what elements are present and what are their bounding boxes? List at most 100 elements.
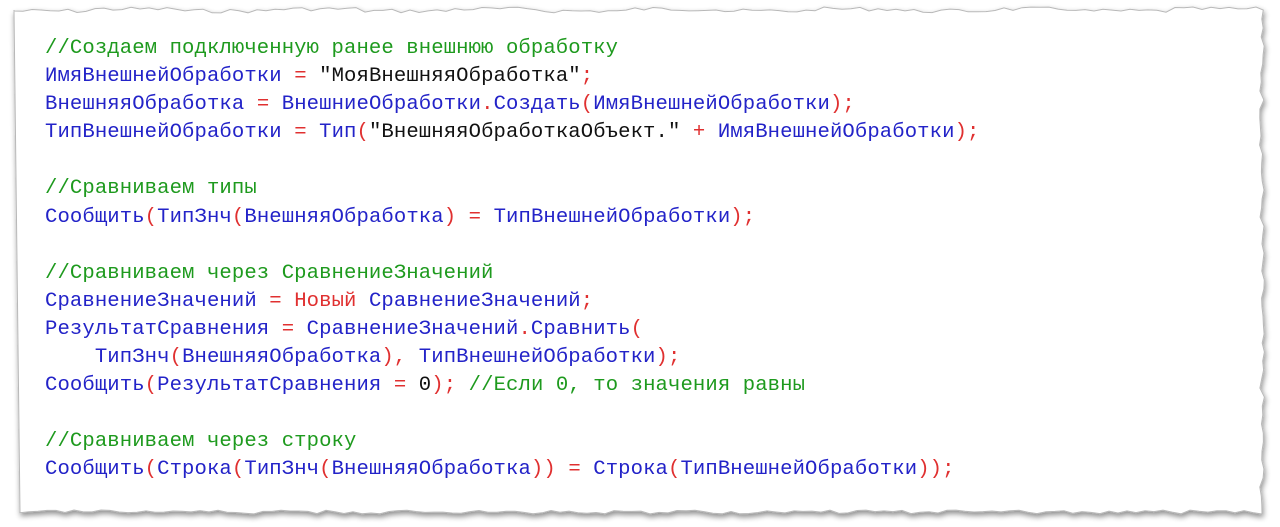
code-operator: ( <box>356 121 369 145</box>
code-identifier: ВнешняяОбработка <box>45 93 245 117</box>
code-line: РезультатСравнения = СравнениеЗначений.С… <box>45 316 979 344</box>
code-comment: //Если 0, то значения равны <box>468 374 806 398</box>
code-operator: = <box>281 317 295 341</box>
code-line: Сообщить(Строка(ТипЗнч(ВнешняяОбработка)… <box>45 456 979 484</box>
code-operator: . <box>518 317 531 341</box>
code-comment: //Сравниваем типы <box>45 177 257 201</box>
code-comment: //Создаем подключенную ранее внешнюю обр… <box>45 37 619 60</box>
code-operator: = <box>294 65 307 89</box>
code-string: "ВнешняяОбработкаОбъект." <box>368 121 681 145</box>
code-operator: ; <box>580 65 594 89</box>
code-operator: ); <box>954 121 980 145</box>
code-identifier: СравнениеЗначений <box>306 317 519 341</box>
code-snippet-screenshot: //Создаем подключенную ранее внешнюю обр… <box>0 0 1280 527</box>
code-line: ​ <box>45 232 979 260</box>
code-block: //Создаем подключенную ранее внешнюю обр… <box>45 35 979 485</box>
code-identifier: Тип <box>319 121 357 145</box>
code-operator: = <box>468 205 482 229</box>
code-number: 0 <box>418 374 432 398</box>
code-operator: ( <box>668 458 681 482</box>
code-identifier: Сравнить <box>530 317 631 341</box>
code-operator: = <box>294 121 307 145</box>
code-comment: //Сравниваем через СравнениеЗначений <box>45 261 494 285</box>
code-line: ТипВнешнейОбработки = Тип("ВнешняяОбрабо… <box>45 119 979 147</box>
code-line: ТипЗнч(ВнешняяОбработка), ТипВнешнейОбра… <box>45 344 979 372</box>
code-operator: = <box>568 458 581 482</box>
code-operator: ( <box>144 374 158 398</box>
code-line: //Создаем подключенную ранее внешнюю обр… <box>45 35 979 63</box>
code-operator: ) <box>443 205 457 229</box>
code-identifier: ТипВнешнейОбработки <box>418 346 656 370</box>
code-identifier: СравнениеЗначений <box>368 289 581 313</box>
code-operator: ( <box>319 458 332 482</box>
code-identifier: Строка <box>593 458 668 482</box>
code-identifier: ИмяВнешнейОбработки <box>45 65 282 89</box>
code-identifier: ВнешниеОбработки <box>281 93 482 117</box>
code-identifier: Сообщить <box>45 374 145 398</box>
code-identifier: СравнениеЗначений <box>45 289 257 313</box>
code-operator: ); <box>730 205 756 229</box>
code-line: Сообщить(ТипЗнч(ВнешняяОбработка) = ТипВ… <box>45 204 979 232</box>
code-identifier: РезультатСравнения <box>157 374 382 398</box>
code-identifier: ВнешняяОбработка <box>331 458 531 482</box>
code-identifier: ТипВнешнейОбработки <box>680 458 918 482</box>
code-operator: ); <box>829 93 855 117</box>
code-operator: ( <box>144 458 158 482</box>
code-identifier: РезультатСравнения <box>45 317 270 341</box>
code-operator: = <box>256 93 270 117</box>
code-operator: = <box>269 289 282 313</box>
code-line: //Сравниваем типы <box>45 175 979 203</box>
code-operator: ); <box>431 374 457 398</box>
code-operator: ); <box>655 346 681 370</box>
code-operator: + <box>692 121 706 145</box>
code-identifier: ТипВнешнейОбработки <box>45 121 282 145</box>
code-operator: ; <box>580 289 594 313</box>
code-line: ВнешняяОбработка = ВнешниеОбработки.Созд… <box>45 91 979 119</box>
code-line: //Сравниваем через строку <box>45 428 979 456</box>
code-string: "МояВнешняяОбработка" <box>319 65 581 89</box>
code-line: СравнениеЗначений = Новый СравнениеЗначе… <box>45 288 979 316</box>
code-line: ​ <box>45 147 979 175</box>
code-operator: ( <box>630 317 644 341</box>
code-operator: ( <box>169 346 183 370</box>
code-identifier: Создать <box>493 93 581 117</box>
code-identifier: Строка <box>157 458 232 482</box>
code-identifier: ИмяВнешнейОбработки <box>593 93 830 117</box>
code-identifier: ИмяВнешнейОбработки <box>717 121 955 145</box>
code-operator: = <box>393 374 407 398</box>
code-line: Сообщить(РезультатСравнения = 0); //Если… <box>45 372 979 400</box>
code-operator: )); <box>917 458 955 482</box>
code-line: ИмяВнешнейОбработки = "МояВнешняяОбработ… <box>45 63 979 91</box>
code-identifier: Сообщить <box>45 458 145 482</box>
code-identifier: ВнешняяОбработка <box>244 205 444 229</box>
code-operator: ( <box>144 205 158 229</box>
code-keyword: Новый <box>294 289 357 313</box>
code-identifier: ТипВнешнейОбработки <box>493 205 731 229</box>
code-operator: ( <box>231 205 245 229</box>
code-identifier: ТипЗнч <box>94 346 170 370</box>
code-line: //Сравниваем через СравнениеЗначений <box>45 260 979 288</box>
code-operator: . <box>481 93 494 117</box>
code-comment: //Сравниваем через строку <box>45 430 357 454</box>
code-identifier: ТипЗнч <box>244 458 320 482</box>
